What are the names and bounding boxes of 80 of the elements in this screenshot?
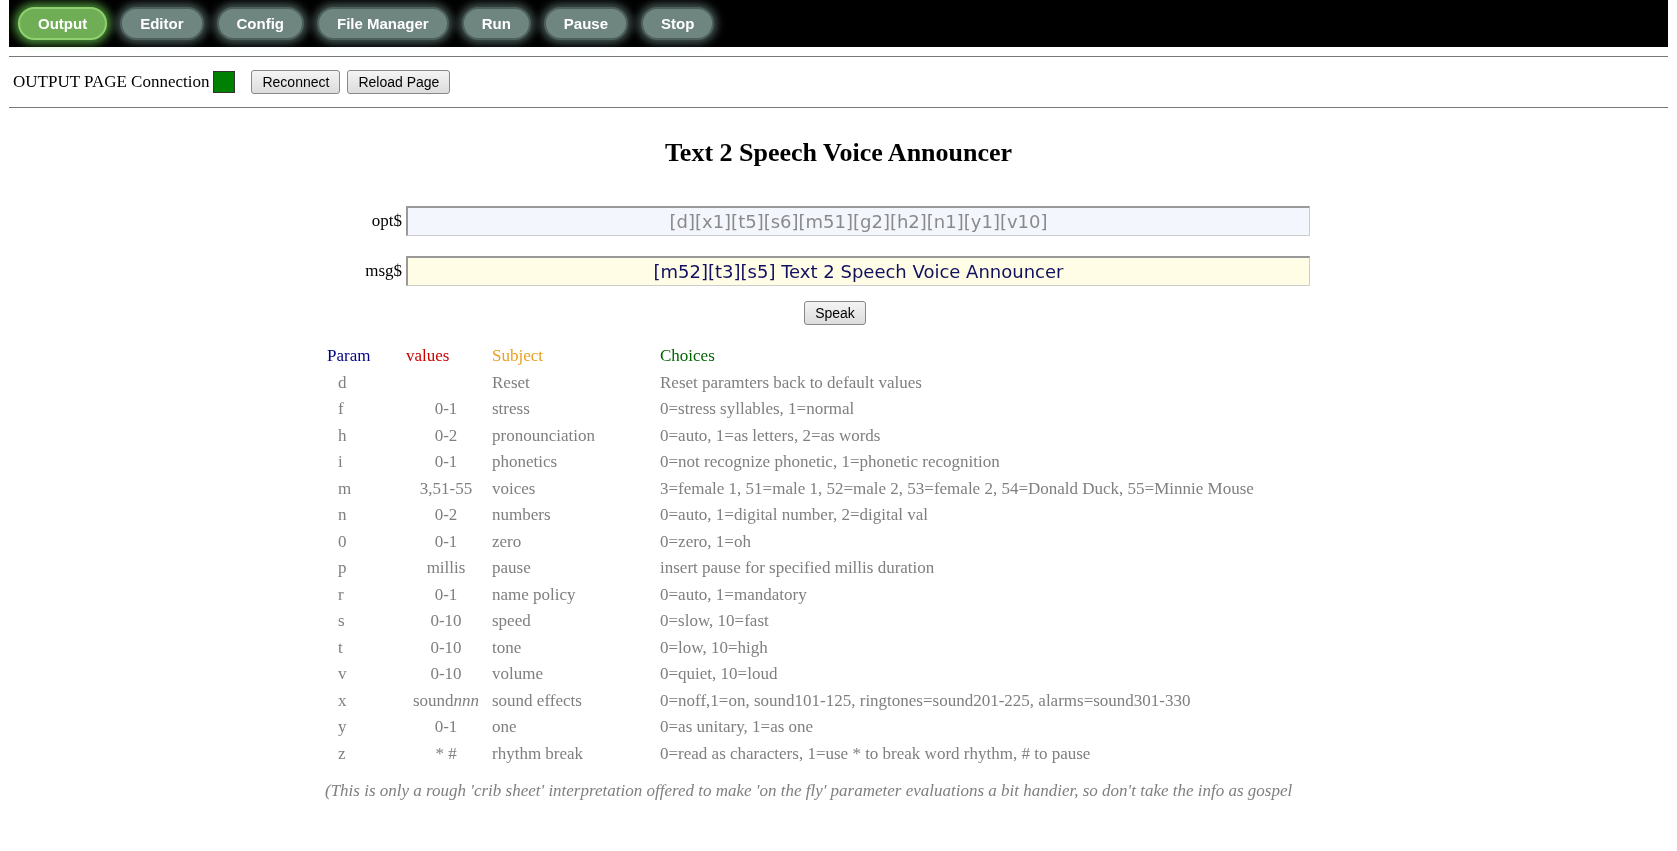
table-cell: 0-10 <box>406 634 492 661</box>
table-cell-text: 0=noff,1=on, sound101-125, ringtones=sound201-225, alarms=sound301-330 <box>660 689 1192 712</box>
subject-header: Subject <box>492 343 660 370</box>
table-cell: 3,51-55 <box>406 475 492 502</box>
table-cell-text: 0=not recognize phonetic, 1=phonetic recognition <box>660 451 1001 474</box>
nav-tab[interactable]: Config <box>216 7 304 40</box>
table-cell-text: 0=zero, 1=oh <box>660 530 752 553</box>
table-cell-text: x <box>337 689 348 712</box>
table-cell-text: y <box>337 716 348 739</box>
table-cell: rhythm break <box>492 740 660 767</box>
toolbar-button[interactable]: Reconnect <box>251 70 341 94</box>
table-cell-text: 0=stress syllables, 1=normal <box>660 398 856 421</box>
speak-button[interactable]: Speak <box>804 301 866 325</box>
table-cell: one <box>492 714 660 741</box>
table-cell: volume <box>492 661 660 688</box>
table-cell-text: f <box>337 398 345 421</box>
table-cell: voices <box>492 475 660 502</box>
field-label: opt$ <box>370 211 403 231</box>
table-cell-text: Reset paramters back to default values <box>660 371 923 394</box>
nav-tab[interactable]: Pause <box>543 7 629 40</box>
table-cell-text: v <box>337 663 348 686</box>
nav-tab[interactable]: Output <box>18 7 108 40</box>
choices-header: Choices <box>660 345 716 368</box>
table-cell: 0-1 <box>406 449 492 476</box>
table-cell: * # <box>406 740 492 767</box>
table-cell-text: 3=female 1, 51=male 1, 52=male 2, 53=female 2, 54=Donald Duck, 55=Minnie Mouse <box>660 477 1254 500</box>
values-header: values <box>406 345 451 368</box>
table-cell-text: 0=auto, 1=mandatory <box>660 583 808 606</box>
text-field[interactable]: [d][x1][t5][s6][m51][g2][h2][n1][y1][v10] <box>406 206 1310 236</box>
text-field[interactable]: [m52][t3][s5] Text 2 Speech Voice Announcer <box>406 256 1310 286</box>
nav-tab[interactable]: Stop <box>641 7 715 40</box>
toolbar-button[interactable]: Reload Page <box>347 70 451 94</box>
field-label: msg$ <box>364 261 403 281</box>
table-cell: tone <box>492 634 660 661</box>
table-cell-text: 0 <box>337 530 348 553</box>
table-cell-text: p <box>337 557 348 580</box>
table-cell: 0-1 <box>406 528 492 555</box>
table-cell-text: d <box>337 371 348 394</box>
nav-tab[interactable]: Run <box>461 7 531 40</box>
table-cell-text: insert pause for specified millis duration <box>660 557 936 580</box>
table-cell-text: r <box>337 583 345 606</box>
param-header: Param <box>324 343 406 370</box>
table-cell: stress <box>492 396 660 423</box>
table-cell: 0-1 <box>406 396 492 423</box>
table-cell: numbers <box>492 502 660 529</box>
table-cell: name policy <box>492 581 660 608</box>
table-cell-text: m <box>337 477 353 500</box>
table-cell: 0-1 <box>406 714 492 741</box>
table-cell-text: 0=slow, 10=fast <box>660 610 770 633</box>
table-cell: 0-10 <box>406 608 492 635</box>
table-cell-text: t <box>337 636 344 659</box>
table-cell: 0-2 <box>406 502 492 529</box>
table-cell: zero <box>492 528 660 555</box>
table-cell-text: h <box>337 424 348 447</box>
nav-tab[interactable]: File Manager <box>317 7 449 40</box>
table-cell: Reset <box>492 369 660 396</box>
table-cell-text: z <box>337 742 347 765</box>
table-cell-text: s <box>337 610 346 633</box>
table-cell-text: 0=quiet, 10=loud <box>660 663 779 686</box>
table-cell-text: 0=auto, 1=as letters, 2=as words <box>660 424 882 447</box>
table-cell: pronounciation <box>492 422 660 449</box>
page-title: Text 2 Speech Voice Announcer <box>663 138 1014 168</box>
table-cell: pause <box>492 555 660 582</box>
table-cell: soundnnn <box>406 687 492 714</box>
table-cell-text: i <box>337 451 344 474</box>
table-cell-text: n <box>337 504 348 527</box>
footnote: (This is only a rough 'crib sheet' interpretation offered to make 'on the fly' parameter evaluations a bit handier, so don't take the info as gospel <box>325 781 1294 801</box>
table-cell: 0-1 <box>406 581 492 608</box>
table-cell: millis <box>406 555 492 582</box>
table-cell-text: 0=as unitary, 1=as one <box>660 716 815 739</box>
connection-label: OUTPUT PAGE Connection <box>13 72 210 92</box>
table-cell-text: 0=auto, 1=digital number, 2=digital val <box>660 504 929 527</box>
table-cell: phonetics <box>492 449 660 476</box>
table-cell: 0-2 <box>406 422 492 449</box>
table-cell-text: 0=low, 10=high <box>660 636 769 659</box>
nav-tab[interactable]: Editor <box>120 7 204 40</box>
table-cell-text: 0=read as characters, 1=use * to break word rhythm, # to pause <box>660 742 1092 765</box>
table-cell: speed <box>492 608 660 635</box>
table-cell: sound effects <box>492 687 660 714</box>
table-cell: 0-10 <box>406 661 492 688</box>
